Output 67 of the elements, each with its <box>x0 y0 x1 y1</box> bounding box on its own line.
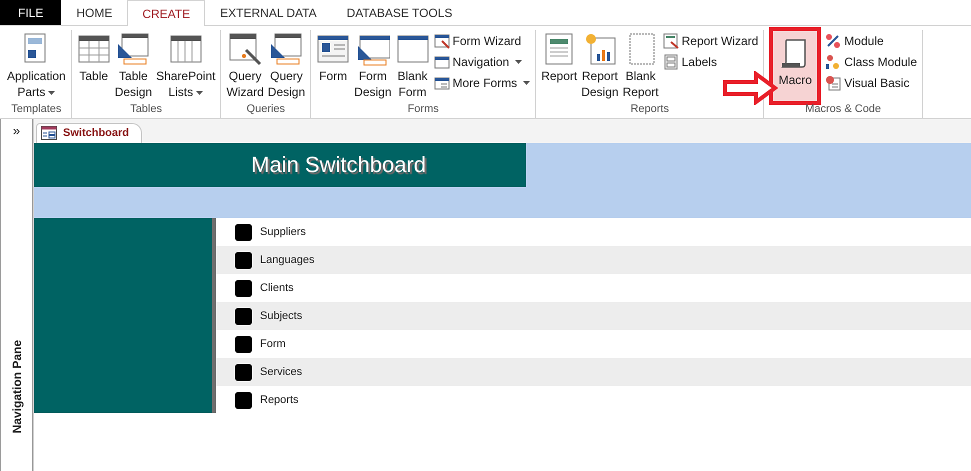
ribbon-button[interactable]: Query Design <box>266 30 306 102</box>
group-label: Templates <box>10 102 62 117</box>
option-button[interactable] <box>235 364 252 380</box>
ribbon-button[interactable]: Query Wizard <box>225 30 265 102</box>
ribbon-icon <box>825 75 842 91</box>
dropdown-caret-icon <box>515 60 522 64</box>
ribbon-tab[interactable]: CREATE <box>127 0 206 26</box>
ribbon-button[interactable]: Form Design <box>353 30 393 102</box>
ribbon-button[interactable]: Table Design <box>114 30 154 102</box>
ribbon-button[interactable]: Application Parts <box>6 30 67 102</box>
ribbon-icon <box>825 33 842 49</box>
option-button[interactable] <box>235 308 252 324</box>
expand-pane-button[interactable]: » <box>8 121 24 140</box>
option-button[interactable] <box>235 224 252 240</box>
ribbon-icon <box>116 32 150 66</box>
option-button[interactable] <box>235 392 252 408</box>
ribbon-icon <box>269 32 304 66</box>
option-button[interactable] <box>235 252 252 268</box>
pointer-arrow-drawing <box>722 71 778 105</box>
ribbon-button[interactable]: Labels <box>662 53 760 71</box>
ribbon-button[interactable]: Report Design <box>580 30 620 102</box>
ribbon-icon <box>434 54 450 70</box>
option-label[interactable]: Form <box>260 338 286 350</box>
ribbon-button[interactable]: Table <box>76 30 112 102</box>
dropdown-caret-icon <box>523 81 530 85</box>
group-label: Queries <box>246 102 286 117</box>
ribbon-button[interactable]: Report <box>540 30 578 102</box>
option-label[interactable]: Subjects <box>260 310 302 322</box>
option-label[interactable]: Services <box>260 366 302 378</box>
ribbon-button[interactable]: Blank Report <box>622 30 660 102</box>
ribbon-button[interactable]: Navigation <box>432 53 532 71</box>
option-label[interactable]: Reports <box>260 394 299 406</box>
option-label[interactable]: Languages <box>260 254 314 266</box>
ribbon-tab[interactable]: EXTERNAL DATA <box>205 0 332 25</box>
ribbon-icon <box>662 33 679 49</box>
group-label: Tables <box>129 102 163 117</box>
ribbon-button[interactable]: Macro <box>772 30 818 102</box>
option-label[interactable]: Clients <box>260 282 294 294</box>
ribbon-button[interactable]: More Forms <box>432 74 532 92</box>
ribbon-button[interactable]: Class Module <box>824 53 918 71</box>
ribbon-button[interactable]: Form Wizard <box>432 32 532 50</box>
ribbon-tab[interactable]: DATABASE TOOLS <box>332 0 468 25</box>
ribbon-button[interactable]: Module <box>824 32 918 50</box>
ribbon-tab[interactable]: HOME <box>61 0 128 25</box>
ribbon-icon <box>434 33 450 49</box>
file-tab[interactable]: FILE <box>0 0 62 25</box>
ribbon-button[interactable]: Report Wizard <box>662 32 760 50</box>
form-icon <box>41 126 57 140</box>
ribbon-icon <box>434 75 450 91</box>
group-label: Macros & Code <box>804 102 882 117</box>
pane-label: Navigation Pane <box>10 340 24 433</box>
ribbon-button[interactable]: Visual Basic <box>824 74 918 92</box>
ribbon-icon <box>825 54 842 70</box>
dropdown-caret-icon <box>196 90 204 95</box>
switchboard-title: Main Switchboard <box>34 143 526 187</box>
option-label[interactable]: Suppliers <box>260 226 306 238</box>
group-label: Forms <box>406 102 440 117</box>
dropdown-caret-icon <box>48 90 56 95</box>
group-label: Reports <box>629 102 670 117</box>
option-button[interactable] <box>235 336 252 352</box>
ribbon-button[interactable]: Blank Form <box>394 30 431 102</box>
ribbon-icon <box>228 32 262 66</box>
ribbon-button[interactable]: SharePoint Lists <box>155 30 216 102</box>
ribbon-button[interactable]: Form <box>315 30 352 102</box>
ribbon-icon <box>662 54 679 70</box>
option-button[interactable] <box>235 280 252 296</box>
document-tab[interactable]: Switchboard <box>36 123 142 143</box>
